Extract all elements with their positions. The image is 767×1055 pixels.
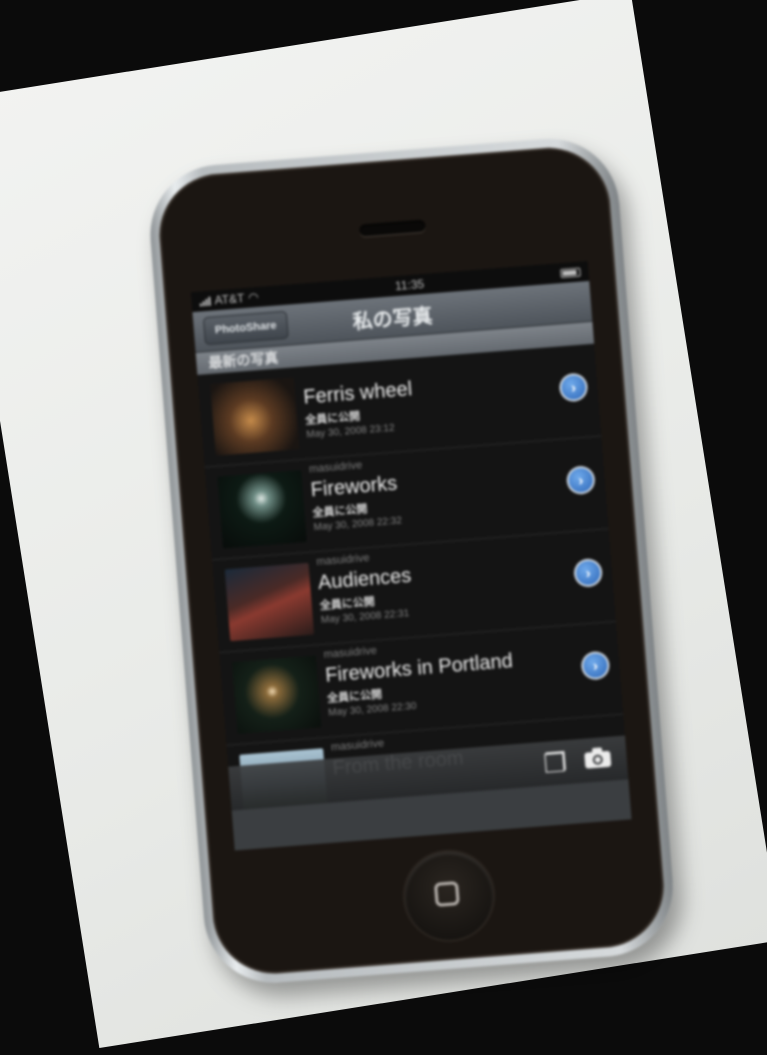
wifi-icon: ◠ [247, 289, 260, 305]
iphone: AT&T ◠ 11:35 PhotoShare 私の写真 最新の写真 Ferri… [145, 133, 679, 988]
battery-icon [560, 267, 581, 278]
copy-icon[interactable]: ❐ [542, 747, 568, 779]
status-time: 11:35 [394, 276, 425, 294]
home-button[interactable] [401, 848, 497, 944]
carrier-label: AT&T [214, 291, 245, 308]
photo-thumbnail [210, 377, 300, 456]
disclosure-button[interactable]: › [582, 652, 609, 679]
disclosure-button[interactable]: › [567, 467, 594, 494]
earpiece-speaker [359, 219, 426, 237]
camera-icon[interactable] [582, 745, 614, 775]
disclosure-button[interactable]: › [575, 560, 602, 586]
home-square-icon [433, 881, 460, 907]
chevron-right-icon: › [577, 471, 584, 489]
phone-screen: AT&T ◠ 11:35 PhotoShare 私の写真 最新の写真 Ferri… [190, 260, 632, 851]
photo-thumbnail [217, 470, 307, 549]
chevron-right-icon: › [570, 378, 577, 397]
phone-face: AT&T ◠ 11:35 PhotoShare 私の写真 最新の写真 Ferri… [154, 143, 669, 979]
photo-thumbnail [232, 655, 322, 734]
back-button[interactable]: PhotoShare [202, 310, 289, 346]
scene: AT&T ◠ 11:35 PhotoShare 私の写真 最新の写真 Ferri… [0, 0, 767, 1055]
chevron-right-icon: › [584, 564, 592, 582]
signal-icon [199, 296, 211, 307]
chevron-right-icon: › [592, 656, 599, 675]
photo-thumbnail [224, 562, 315, 642]
disclosure-button[interactable]: › [560, 374, 587, 401]
